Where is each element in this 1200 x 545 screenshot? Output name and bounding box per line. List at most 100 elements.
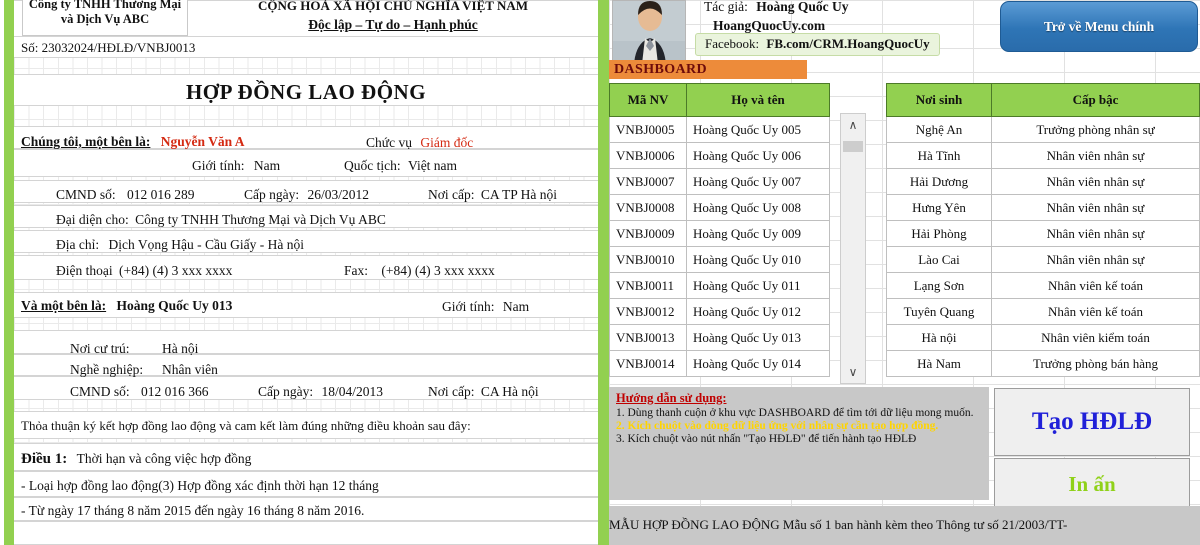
table-row[interactable]: VNBJ0009 Hoàng Quốc Uy 009 (609, 220, 830, 247)
print-button[interactable]: In ấn (994, 458, 1190, 511)
party-a-intro-row: Chúng tôi, một bên là: Nguyễn Văn A (21, 135, 245, 149)
author-website[interactable]: HoangQuocUy.com (713, 18, 825, 34)
party-a-gender-row: Giới tính: Nam (192, 159, 280, 173)
table-row[interactable]: Hà Tĩnh Nhân viên nhân sự (886, 142, 1200, 169)
party-b-intro-row: Và một bên là: Hoàng Quốc Uy 013 (21, 299, 232, 313)
article-1-item: - Từ ngày 17 tháng 8 năm 2015 đến ngày 1… (21, 503, 365, 518)
cell-ma-nv: VNBJ0011 (609, 272, 687, 299)
table-row[interactable]: Hà Nam Trưởng phòng bán hàng (886, 350, 1200, 377)
table-row[interactable]: VNBJ0013 Hoàng Quốc Uy 013 (609, 324, 830, 351)
author-label: Tác giả: (704, 0, 748, 14)
cell-cap-bac: Nhân viên nhân sự (991, 246, 1200, 273)
cell-ma-nv: VNBJ0009 (609, 220, 687, 247)
cell-ma-nv: VNBJ0007 (609, 168, 687, 195)
employee-table-right[interactable]: Nơi sinh Cấp bậc Nghệ An Trưởng phòng nhâ… (886, 83, 1200, 377)
party-a-fax-row: Fax: (+84) (4) 3 xxx xxxx (344, 264, 495, 278)
cell-ho-va-ten: Hoàng Quốc Uy 012 (686, 298, 830, 325)
party-a-position-row: Chức vụ Giám đốc (366, 136, 473, 150)
party-b-issue-date-label: Cấp ngày: (258, 384, 314, 399)
employee-table-left[interactable]: Mã NV Họ và tên VNBJ0005 Hoàng Quốc Uy 00… (609, 83, 830, 377)
author-name: Hoàng Quốc Uy (756, 0, 849, 14)
cell-ho-va-ten: Hoàng Quốc Uy 007 (686, 168, 830, 195)
author-photo (612, 0, 686, 63)
employee-table-left-body: VNBJ0005 Hoàng Quốc Uy 005 VNBJ0006 Hoàng Q… (609, 116, 830, 377)
author-facebook[interactable]: Facebook: FB.com/CRM.HoangQuocUy (695, 33, 940, 56)
party-a-position: Giám đốc (420, 135, 474, 150)
table-row[interactable]: VNBJ0010 Hoàng Quốc Uy 010 (609, 246, 830, 273)
table-header-row: Mã NV Họ và tên (609, 83, 830, 117)
party-a-issue-date: 26/03/2012 (307, 187, 370, 202)
party-b-issue-place-row: Nơi cấp: CA Hà nội (428, 385, 539, 399)
author-facebook-label: Facebook: (705, 36, 760, 51)
party-a-phone: (+84) (4) 3 xxx xxxx (119, 263, 233, 278)
create-contract-button[interactable]: Tạo HĐLĐ (994, 388, 1190, 456)
table-header-row: Nơi sinh Cấp bậc (886, 83, 1200, 117)
table-row[interactable]: Lạng Sơn Nhân viên kế toán (886, 272, 1200, 299)
dashboard-ribbon: DASHBOARD (609, 60, 807, 79)
party-a-issue-date-label: Cấp ngày: (244, 187, 300, 202)
scroll-down-arrow-icon[interactable]: ∨ (841, 361, 865, 383)
cell-ho-va-ten: Hoàng Quốc Uy 005 (686, 116, 830, 143)
table-row[interactable]: VNBJ0011 Hoàng Quốc Uy 011 (609, 272, 830, 299)
article-1-item: - Loại hợp đồng lao động(3) Hợp đồng xác… (21, 478, 379, 493)
cell-ho-va-ten: Hoàng Quốc Uy 008 (686, 194, 830, 221)
table-row[interactable]: Tuyên Quang Nhân viên kế toán (886, 298, 1200, 325)
dashboard-scrollbar[interactable]: ∧ ∨ (840, 113, 866, 384)
table-row[interactable]: Hà nội Nhân viên kiểm toán (886, 324, 1200, 351)
party-a-phone-label: Điện thoại (56, 263, 113, 278)
cell-ho-va-ten: Hoàng Quốc Uy 013 (686, 324, 830, 351)
party-b-id-row: CMND số: 012 016 366 (70, 385, 209, 399)
row-band (14, 521, 598, 545)
column-header-cap-bac: Cấp bậc (991, 83, 1200, 117)
party-a-name: Nguyễn Văn A (160, 134, 245, 149)
cell-noi-sinh: Hưng Yên (886, 194, 992, 221)
party-a-issue-place-row: Nơi cấp: CA TP Hà nội (428, 188, 557, 202)
table-row[interactable]: VNBJ0012 Hoàng Quốc Uy 012 (609, 298, 830, 325)
cell-ma-nv: VNBJ0008 (609, 194, 687, 221)
company-header-line-2: và Dịch Vụ ABC (60, 12, 150, 26)
party-b-gender-label: Giới tính: (442, 299, 495, 314)
party-a-address-row: Địa chỉ: Dịch Vọng Hậu - Cầu Giấy - Hà n… (56, 238, 304, 252)
table-row[interactable]: Hải Dương Nhân viên nhân sự (886, 168, 1200, 195)
party-a-nationality-label: Quốc tịch: (344, 158, 401, 173)
party-a-intro-label: Chúng tôi, một bên là: (21, 134, 151, 149)
table-row[interactable]: Hải Phòng Nhân viên nhân sự (886, 220, 1200, 247)
party-b-occupation-label: Nghề nghiệp: (70, 362, 144, 377)
cell-cap-bac: Nhân viên nhân sự (991, 194, 1200, 221)
company-header-box: Công ty TNHH Thương Mại và Dịch Vụ ABC (22, 0, 188, 36)
table-row[interactable]: Lào Cai Nhân viên nhân sự (886, 246, 1200, 273)
cell-cap-bac: Nhân viên kế toán (991, 272, 1200, 299)
table-row[interactable]: VNBJ0006 Hoàng Quốc Uy 006 (609, 142, 830, 169)
instruction-step: 2. Kích chuột vào dòng dữ liệu ứng với n… (616, 420, 939, 433)
footer-note: MẪU HỢP ĐỒNG LAO ĐỘNG Mẫu số 1 ban hành … (609, 517, 1068, 532)
party-a-issue-place: CA TP Hà nội (480, 187, 558, 202)
scrollbar-thumb[interactable] (843, 141, 863, 152)
table-row[interactable]: VNBJ0007 Hoàng Quốc Uy 007 (609, 168, 830, 195)
table-row[interactable]: Hưng Yên Nhân viên nhân sự (886, 194, 1200, 221)
party-a-gender: Nam (253, 158, 281, 173)
cell-noi-sinh: Lào Cai (886, 246, 992, 273)
center-green-divider (598, 0, 609, 545)
table-row[interactable]: VNBJ0014 Hoàng Quốc Uy 014 (609, 350, 830, 377)
return-to-main-menu-button[interactable]: Trở về Menu chính (1000, 1, 1198, 52)
cell-cap-bac: Nhân viên kế toán (991, 298, 1200, 325)
cell-cap-bac: Nhân viên nhân sự (991, 168, 1200, 195)
cell-ma-nv: VNBJ0013 (609, 324, 687, 351)
table-row[interactable]: VNBJ0005 Hoàng Quốc Uy 005 (609, 116, 830, 143)
instructions-panel: Hướng dẫn sử dụng: 1. Dùng thanh cuộn ở … (609, 387, 989, 500)
table-row[interactable]: Nghệ An Trưởng phòng nhân sự (886, 116, 1200, 143)
party-b-name: Hoàng Quốc Uy 013 (116, 298, 233, 313)
cell-noi-sinh: Hải Phòng (886, 220, 992, 247)
party-a-id-label: CMND số: (56, 187, 116, 202)
party-a-phone-row: Điện thoại (+84) (4) 3 xxx xxxx (56, 264, 232, 278)
column-header-ma-nv: Mã NV (609, 83, 687, 117)
party-b-issue-place: CA Hà nội (480, 384, 539, 399)
scroll-up-arrow-icon[interactable]: ∧ (841, 114, 865, 136)
instructions-steps: 1. Dùng thanh cuộn ở khu vực DASHBOARD đ… (616, 407, 983, 447)
instructions-title: Hướng dẫn sử dụng: (616, 391, 727, 405)
instruction-step: 3. Kích chuột vào nút nhấn "Tạo HĐLĐ" để… (616, 433, 917, 446)
column-header-ho-va-ten: Họ và tên (686, 83, 830, 117)
party-a-nationality: Việt nam (408, 158, 458, 173)
party-a-issue-date-row: Cấp ngày: 26/03/2012 (244, 188, 369, 202)
table-row[interactable]: VNBJ0008 Hoàng Quốc Uy 008 (609, 194, 830, 221)
